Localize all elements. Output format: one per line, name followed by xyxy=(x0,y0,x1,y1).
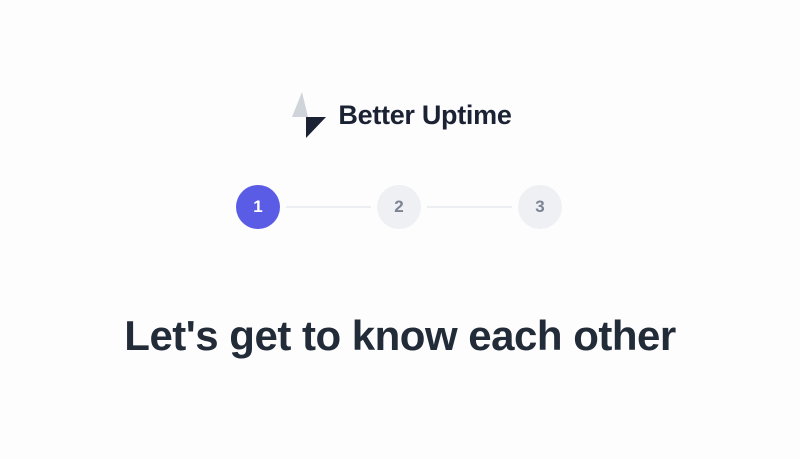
step-3: 3 xyxy=(518,185,562,229)
brand-header: Better Uptime xyxy=(0,92,800,138)
progress-stepper: 1 2 3 xyxy=(236,185,562,229)
brand-name: Better Uptime xyxy=(338,99,512,130)
lightning-bolt-icon xyxy=(292,92,327,138)
step-2: 2 xyxy=(377,185,421,229)
onboarding-page: Better Uptime 1 2 3 Let's get to know ea… xyxy=(0,0,800,459)
step-connector xyxy=(427,206,512,208)
step-1: 1 xyxy=(236,185,280,229)
page-heading: Let's get to know each other xyxy=(124,312,676,359)
step-connector xyxy=(286,206,371,208)
